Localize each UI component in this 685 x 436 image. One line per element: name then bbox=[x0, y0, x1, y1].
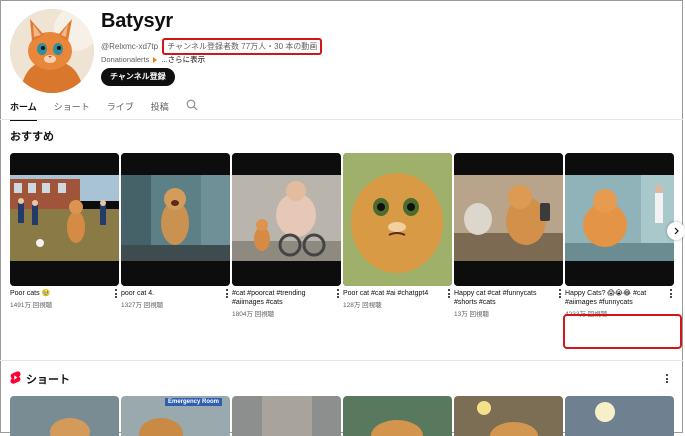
more-options-icon[interactable] bbox=[557, 289, 563, 299]
view-count: 4233万 回視聴 bbox=[565, 311, 608, 318]
chevron-right-icon bbox=[674, 227, 679, 235]
shorts-row: Emergency Room bbox=[10, 396, 685, 436]
channel-stats-highlight: チャンネル登録者数 77万人・30 本の動画 bbox=[162, 38, 323, 55]
channel-handle: @Relxmc-xd7tp bbox=[101, 42, 159, 51]
video-card[interactable]: Poor cats 🥹 1491万 回視聴 bbox=[10, 153, 119, 309]
video-title[interactable]: poor cat 4. bbox=[121, 289, 230, 298]
video-title[interactable]: Happy cat #cat #funnycats #shorts #cats bbox=[454, 289, 563, 307]
shorts-logo-icon bbox=[10, 371, 21, 384]
channel-avatar[interactable] bbox=[10, 9, 94, 93]
tab-live[interactable]: ライブ bbox=[107, 100, 134, 121]
video-card[interactable]: Poor cat #cat #ai #chatgpt4 128万 回視聴 bbox=[343, 153, 452, 309]
emergency-room-sign: Emergency Room bbox=[165, 398, 223, 406]
short-thumbnail[interactable] bbox=[232, 396, 341, 436]
video-thumbnail[interactable] bbox=[343, 153, 452, 286]
tabs-divider bbox=[0, 119, 683, 120]
video-title[interactable]: Happy Cats? 😱😭😂 #cat #aiimages #funnycat… bbox=[565, 289, 674, 307]
more-options-icon[interactable] bbox=[224, 289, 230, 299]
more-options-icon[interactable] bbox=[113, 289, 119, 299]
section-divider bbox=[0, 360, 683, 361]
show-more-link[interactable]: ...さらに表示 bbox=[161, 54, 205, 65]
video-card[interactable]: poor cat 4. 1327万 回視聴 bbox=[121, 153, 230, 309]
short-thumbnail[interactable] bbox=[454, 396, 563, 436]
video-card[interactable]: Happy cat #cat #funnycats #shorts #cats … bbox=[454, 153, 563, 318]
next-button[interactable] bbox=[667, 222, 685, 240]
more-options-icon[interactable] bbox=[668, 289, 674, 299]
donation-icon bbox=[153, 56, 158, 63]
short-thumbnail[interactable] bbox=[565, 396, 674, 436]
view-count: 1327万 回視聴 bbox=[121, 302, 164, 309]
channel-meta-row: @Relxmc-xd7tp チャンネル登録者数 77万人・30 本の動画 bbox=[101, 38, 323, 55]
search-icon[interactable] bbox=[186, 99, 198, 111]
subscribe-button[interactable]: チャンネル登録 bbox=[101, 68, 175, 86]
video-title[interactable]: Poor cat #cat #ai #chatgpt4 bbox=[343, 289, 452, 298]
short-thumbnail[interactable] bbox=[343, 396, 452, 436]
video-title[interactable]: Poor cats 🥹 bbox=[10, 289, 119, 298]
links-prefix: Donationalerts bbox=[101, 55, 150, 64]
tab-posts[interactable]: 投稿 bbox=[151, 100, 169, 121]
recommended-video-grid: Poor cats 🥹 1491万 回視聴 poor cat 4. 1327万 … bbox=[10, 153, 685, 353]
shorts-section-title: ショート bbox=[26, 374, 70, 386]
view-count: 1491万 回視聴 bbox=[10, 302, 53, 309]
tab-shorts[interactable]: ショート bbox=[54, 100, 90, 121]
video-thumbnail[interactable] bbox=[565, 153, 674, 286]
recommended-section-title: おすすめ bbox=[10, 131, 54, 143]
more-options-icon[interactable] bbox=[335, 289, 341, 299]
more-options-icon[interactable] bbox=[664, 374, 670, 386]
view-count: 13万 回視聴 bbox=[454, 311, 490, 318]
more-options-icon[interactable] bbox=[446, 289, 452, 299]
video-thumbnail[interactable] bbox=[121, 153, 230, 286]
video-thumbnail[interactable] bbox=[454, 153, 563, 286]
channel-tabs: ホーム ショート ライブ 投稿 bbox=[10, 99, 198, 121]
video-card[interactable]: #cat #poorcat #trending #aiimages #cats … bbox=[232, 153, 341, 318]
view-count: 128万 回視聴 bbox=[343, 302, 382, 309]
channel-name: Batysyr bbox=[101, 10, 173, 32]
short-thumbnail[interactable] bbox=[10, 396, 119, 436]
tab-home[interactable]: ホーム bbox=[10, 100, 37, 121]
video-card[interactable]: Happy Cats? 😱😭😂 #cat #aiimages #funnycat… bbox=[565, 153, 674, 318]
channel-links-row[interactable]: Donationalerts ...さらに表示 bbox=[101, 54, 205, 65]
video-thumbnail[interactable] bbox=[232, 153, 341, 286]
view-count: 1804万 回視聴 bbox=[232, 311, 275, 318]
video-thumbnail[interactable] bbox=[10, 153, 119, 286]
video-title[interactable]: #cat #poorcat #trending #aiimages #cats bbox=[232, 289, 341, 307]
short-thumbnail[interactable]: Emergency Room bbox=[121, 396, 230, 436]
